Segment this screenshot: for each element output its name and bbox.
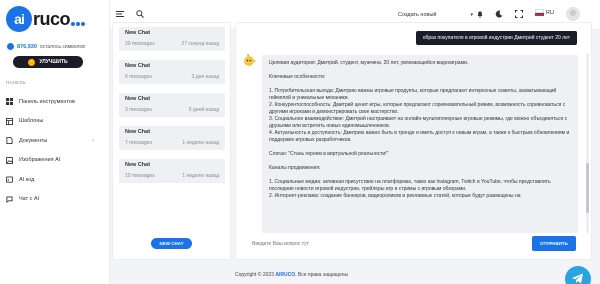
chat-message-count: 6 messages — [125, 74, 152, 80]
bot-message-text: Целевая аудитория: Дмитрий, студент, муж… — [269, 60, 570, 199]
chat-list-item[interactable]: New Chat 3 messages 5 дней назад — [119, 93, 225, 117]
search-icon[interactable] — [136, 10, 144, 18]
chat-date: 3 дня назад — [191, 74, 219, 80]
chat-window: образ покупателя в игровой индустрии Дми… — [235, 22, 592, 260]
question-input[interactable] — [246, 235, 576, 253]
sidebar-item-documents[interactable]: Документы › — [0, 131, 110, 151]
credits-value: 876,930 — [17, 43, 37, 50]
chat-title: New Chat — [125, 96, 151, 102]
telegram-icon — [572, 273, 583, 284]
chat-list-item[interactable]: New Chat 10 messages 1 неделю назад — [119, 159, 225, 183]
chat-list-item[interactable]: New Chat 6 messages 3 дня назад — [119, 60, 225, 84]
create-new-label: Создать новый — [398, 12, 437, 18]
logo-dots — [71, 22, 86, 26]
scrollbar[interactable] — [586, 53, 589, 233]
menu-icon[interactable] — [116, 10, 124, 18]
chat-title: New Chat — [125, 162, 151, 168]
sidebar-item-label: Документы — [19, 137, 48, 144]
credits-counter: 876,930 осталось символов — [7, 43, 85, 50]
bot-avatar-icon — [244, 53, 256, 66]
chevron-down-icon: ▾ — [470, 12, 473, 18]
logo-ai-circle: ai — [6, 6, 32, 32]
templates-icon — [6, 117, 13, 125]
chat-title: New Chat — [125, 63, 151, 69]
telegram-button[interactable] — [565, 266, 591, 284]
chat-title: New Chat — [125, 129, 151, 135]
bot-message: Целевая аудитория: Дмитрий, студент, муж… — [262, 55, 578, 233]
bolt-icon: ⚡ — [28, 58, 36, 66]
chat-date: 5 дней назад — [188, 107, 219, 113]
sidebar-item-ai-code[interactable]: AI код — [0, 170, 110, 190]
panel-section-label: ПАНЕЛЬ — [6, 80, 26, 85]
footer-brand-link[interactable]: AIRUCO — [275, 272, 295, 278]
coin-icon — [7, 43, 14, 50]
create-new-dropdown[interactable]: Создать новый ▾ — [398, 10, 473, 20]
documents-icon — [6, 137, 13, 145]
upgrade-label: УЛУЧШИТЬ — [39, 59, 68, 65]
upgrade-button[interactable]: ⚡ УЛУЧШИТЬ — [13, 56, 83, 68]
send-button[interactable]: ОТПРАВИТЬ — [532, 236, 576, 251]
credits-label: осталось символов — [39, 43, 85, 50]
footer-rights: . Все права защищены — [295, 272, 349, 278]
chat-history-panel: New Chat 20 messages 27 секунд назад New… — [112, 22, 231, 260]
chat-list-item[interactable]: New Chat 7 messages 1 неделю назад — [119, 126, 225, 150]
chat-date: 1 неделю назад — [182, 140, 219, 146]
new-chat-button[interactable]: NEW CHAT — [151, 238, 192, 249]
sidebar-item-label: Чат с AI — [19, 196, 40, 203]
chat-date: 1 неделю назад — [182, 173, 219, 179]
sidebar-item-label: Панель инструментов — [19, 98, 75, 105]
sidebar-nav: Панель инструментов Шаблоны Документы › … — [0, 92, 110, 209]
fullscreen-icon[interactable] — [515, 10, 523, 18]
chevron-right-icon: › — [92, 138, 94, 144]
chat-message-count: 10 messages — [125, 173, 155, 179]
chat-title: New Chat — [125, 30, 151, 36]
sidebar-item-images[interactable]: Изображения AI — [0, 151, 110, 171]
sidebar: ai ruco 876,930 осталось символов ⚡ УЛУЧ… — [0, 0, 110, 284]
chat-message-count: 20 messages — [125, 41, 155, 47]
dashboard-icon — [6, 98, 13, 106]
image-icon — [6, 156, 13, 164]
sidebar-item-label: Изображения AI — [19, 157, 61, 164]
logo-text: ruco — [33, 8, 71, 29]
scrollbar-thumb[interactable] — [586, 163, 589, 213]
footer-copyright: Copyright © 2023 — [235, 272, 274, 278]
language-label: RU — [546, 9, 554, 16]
sidebar-item-label: Шаблоны — [19, 118, 44, 125]
logo[interactable]: ai ruco — [6, 6, 86, 32]
footer: Copyright © 2023 AIRUCO. Все права защищ… — [235, 272, 348, 278]
sidebar-item-ai-chat[interactable]: Чат с AI — [0, 190, 110, 210]
chat-message-count: 3 messages — [125, 107, 152, 113]
sidebar-item-templates[interactable]: Шаблоны — [0, 112, 110, 132]
chat-date: 27 секунд назад — [181, 41, 219, 47]
sidebar-item-label: AI код — [19, 176, 35, 183]
sidebar-item-dashboard[interactable]: Панель инструментов — [0, 92, 110, 112]
chat-list-item[interactable]: New Chat 20 messages 27 секунд назад — [119, 27, 225, 51]
user-message: образ покупателя в игровой индустрии Дми… — [415, 31, 577, 45]
chat-icon — [6, 196, 13, 203]
language-selector[interactable]: RU — [535, 9, 554, 17]
moon-icon[interactable] — [495, 10, 503, 18]
code-icon — [6, 176, 13, 183]
chat-message-count: 7 messages — [125, 140, 152, 146]
user-avatar[interactable] — [566, 7, 580, 21]
russian-flag-icon — [535, 9, 544, 17]
bell-icon[interactable] — [476, 10, 484, 18]
